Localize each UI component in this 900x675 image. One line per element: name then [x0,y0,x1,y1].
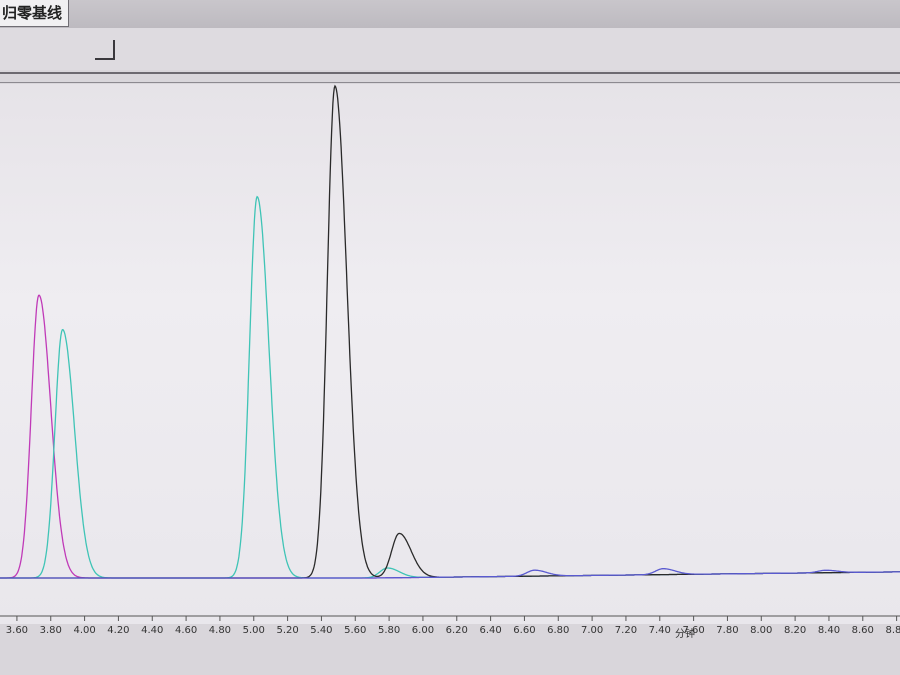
x-tick-label: 5.80 [378,625,400,636]
series-line-3 [0,84,900,579]
x-tick-label: 4.40 [141,625,163,636]
series-line-4 [0,568,900,579]
x-tick-label: 7.40 [649,625,671,636]
series-line-2 [0,195,900,579]
x-tick-label: 8.00 [750,625,772,636]
x-tick-label: 4.00 [73,625,95,636]
x-tick-label: 3.60 [6,625,28,636]
chromatogram-chart: 3.60 3.80 4.00 4.20 4.40 4.60 4.80 5.00 5.20 5.40… [0,84,900,640]
x-tick-label: 6.60 [513,625,535,636]
x-tick-label: 5.40 [310,625,332,636]
x-tick-label: 8.80 [885,625,900,636]
x-tick-label: 8.60 [852,625,874,636]
x-tick-label: 6.20 [446,625,468,636]
x-tick-label: 8.20 [784,625,806,636]
x-tick-label: 8.40 [818,625,840,636]
x-axis-label: 分钟 [675,627,695,640]
x-tick-label: 7.80 [716,625,738,636]
x-tick-label: 4.80 [209,625,231,636]
x-tick-label: 6.80 [547,625,569,636]
x-tick-label: 5.00 [243,625,265,636]
x-tick-label: 4.60 [175,625,197,636]
x-tick-label: 5.60 [344,625,366,636]
x-tick-label: 4.20 [107,625,129,636]
x-tick-label: 7.00 [581,625,603,636]
series-layer [0,84,900,579]
x-axis: 3.60 3.80 4.00 4.20 4.40 4.60 4.80 5.00 5.20 5.40… [0,615,900,636]
x-tick-label: 6.40 [479,625,501,636]
x-tick-label: 3.80 [40,625,62,636]
x-tick-label: 7.20 [615,625,637,636]
x-tick-label: 6.00 [412,625,434,636]
x-tick-label: 5.20 [276,625,298,636]
series-line-1 [0,294,900,579]
